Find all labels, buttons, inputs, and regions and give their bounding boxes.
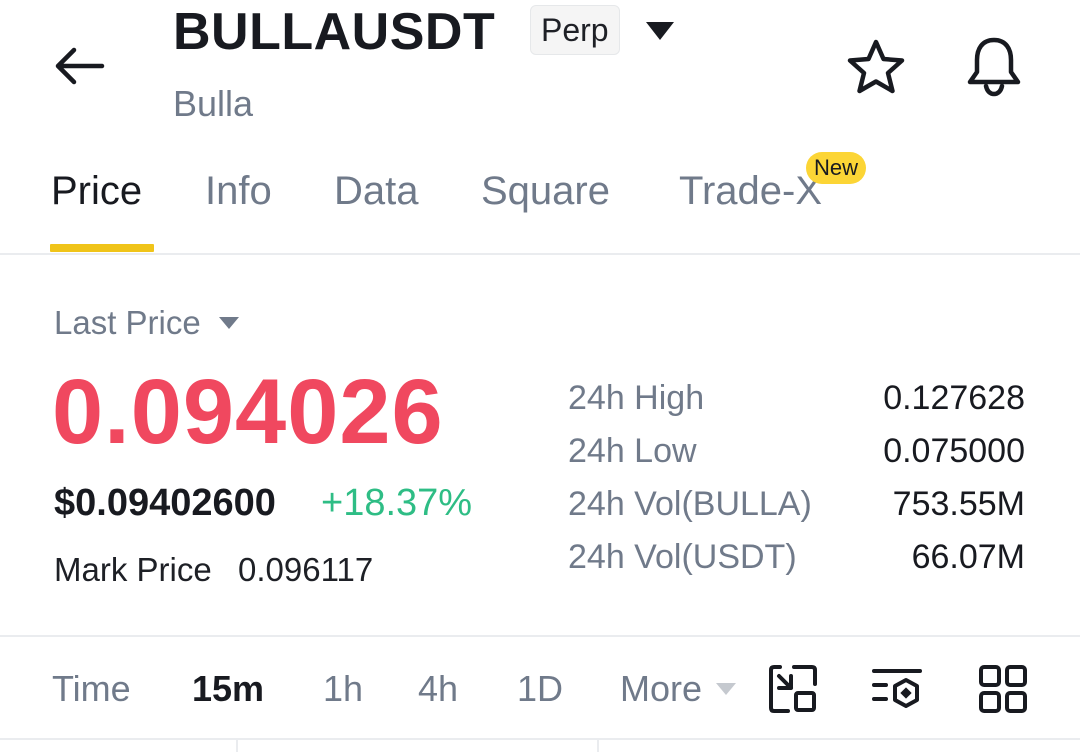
indicator-settings-icon — [872, 669, 922, 708]
stat-label-24h-vol-quote: 24h Vol(USDT) — [568, 538, 797, 576]
tab-square[interactable]: Square — [481, 166, 610, 216]
section-divider — [0, 635, 1080, 637]
usd-price-value: $0.09402600 — [54, 482, 276, 524]
caret-down-icon — [218, 317, 239, 329]
symbol-title: BULLAUSDT — [173, 3, 496, 61]
stat-value-24h-vol-base: 753.55M — [892, 485, 1025, 523]
active-tab-indicator — [50, 244, 154, 252]
caret-down-icon — [646, 22, 674, 40]
stat-value-24h-vol-quote: 66.07M — [911, 538, 1025, 576]
chart-top-border — [0, 738, 1080, 740]
more-label: More — [620, 668, 703, 709]
star-icon — [847, 39, 905, 94]
tab-data[interactable]: Data — [334, 166, 419, 216]
interval-1d[interactable]: 1D — [517, 666, 563, 712]
interval-4h[interactable]: 4h — [418, 666, 458, 712]
indicator-settings-button[interactable] — [870, 662, 924, 716]
chart-divider-tick — [236, 738, 238, 752]
stat-label-24h-low: 24h Low — [568, 432, 697, 470]
layout-grid-button[interactable] — [976, 662, 1030, 716]
chart-divider-tick — [597, 738, 599, 752]
caret-down-icon — [716, 683, 737, 695]
symbol-dropdown-button[interactable] — [640, 14, 680, 48]
interval-time[interactable]: Time — [52, 666, 131, 712]
price-alert-button[interactable] — [961, 34, 1027, 98]
price-change-percent: +18.37% — [321, 482, 473, 524]
stat-value-24h-low: 0.075000 — [883, 432, 1025, 470]
bell-icon — [967, 37, 1021, 97]
price-type-selector[interactable]: Last Price — [54, 300, 241, 346]
mark-price-value: 0.096117 — [238, 551, 374, 588]
interval-15m[interactable]: 15m — [192, 666, 264, 712]
price-type-label: Last Price — [54, 304, 201, 341]
tab-info[interactable]: Info — [205, 166, 272, 216]
fullscreen-button[interactable] — [766, 662, 820, 716]
back-button[interactable] — [50, 38, 120, 94]
new-badge: New — [806, 152, 867, 184]
tab-divider — [0, 253, 1080, 255]
stat-label-24h-vol-base: 24h Vol(BULLA) — [568, 485, 812, 523]
interval-1h[interactable]: 1h — [323, 666, 363, 712]
tab-trade-x[interactable]: Trade-X — [679, 166, 822, 216]
stat-label-24h-high: 24h High — [568, 379, 705, 417]
contract-type-badge: Perp — [530, 5, 620, 55]
mark-price-label: Mark Price — [54, 551, 212, 588]
stat-value-24h-high: 0.127628 — [883, 379, 1025, 417]
favorite-button[interactable] — [843, 36, 909, 98]
last-price-value: 0.094026 — [52, 361, 444, 463]
grid-layout-icon — [979, 665, 1027, 713]
back-arrow-icon — [55, 47, 105, 85]
base-asset-name: Bulla — [173, 83, 254, 124]
interval-more-dropdown[interactable]: More — [620, 666, 738, 712]
tab-price[interactable]: Price — [51, 166, 142, 216]
fullscreen-icon — [769, 665, 817, 713]
